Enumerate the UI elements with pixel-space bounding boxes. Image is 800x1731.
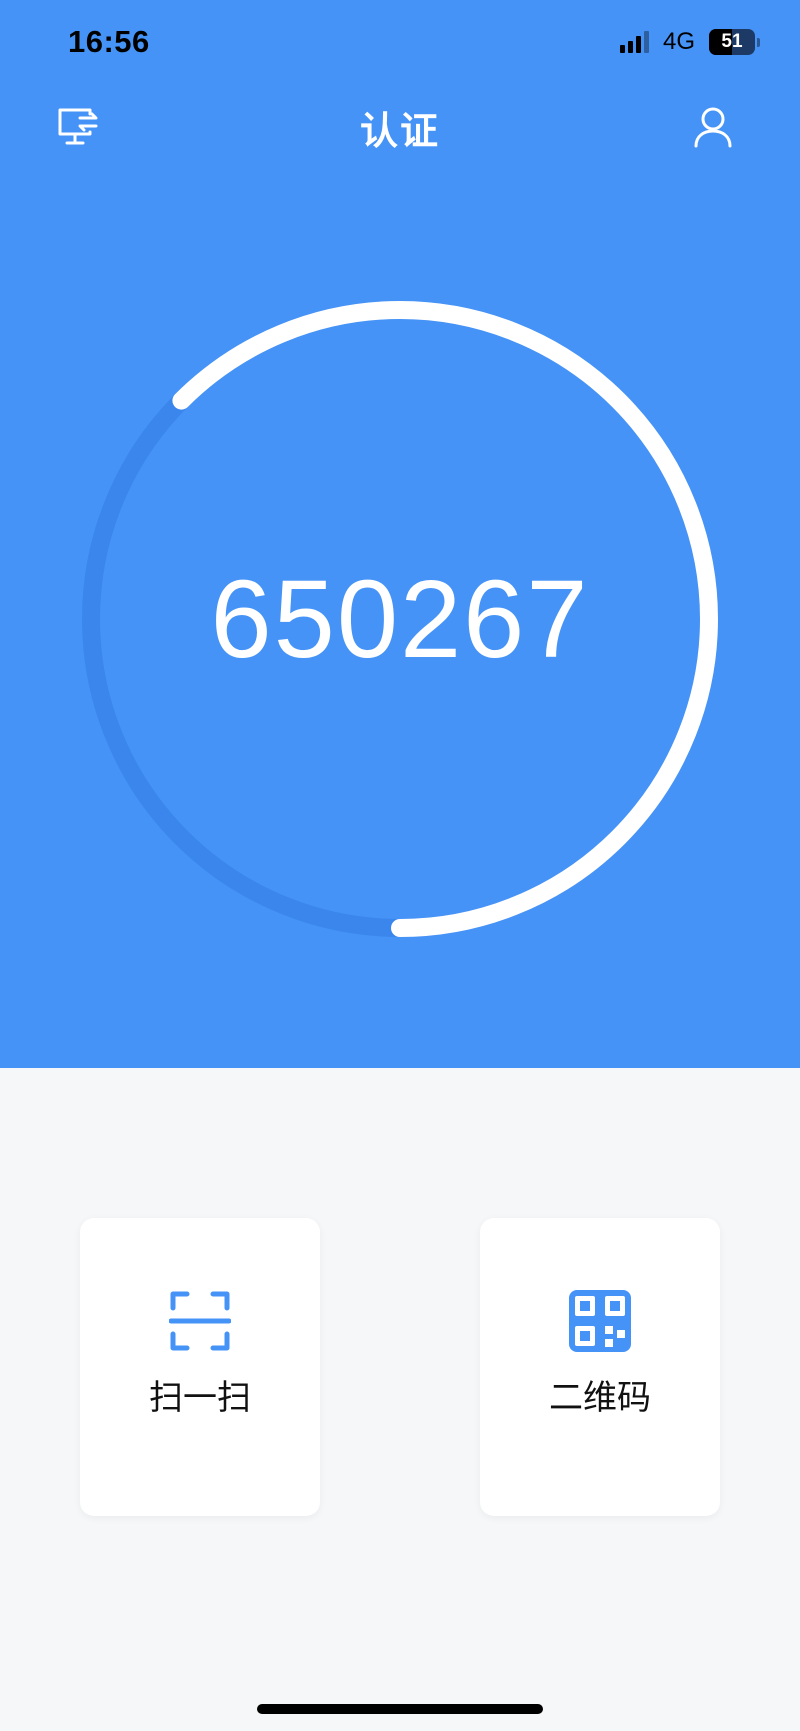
scan-icon [168, 1290, 232, 1352]
scan-label: 扫一扫 [149, 1378, 251, 1418]
auth-code: 650267 [210, 558, 590, 681]
home-indicator[interactable] [257, 1704, 543, 1714]
qr-code-icon [569, 1290, 631, 1352]
scan-card[interactable]: 扫一扫 [80, 1218, 320, 1516]
countdown-ring [82, 301, 718, 937]
qr-code-card[interactable]: 二维码 [480, 1218, 720, 1516]
qr-code-label: 二维码 [549, 1378, 651, 1418]
